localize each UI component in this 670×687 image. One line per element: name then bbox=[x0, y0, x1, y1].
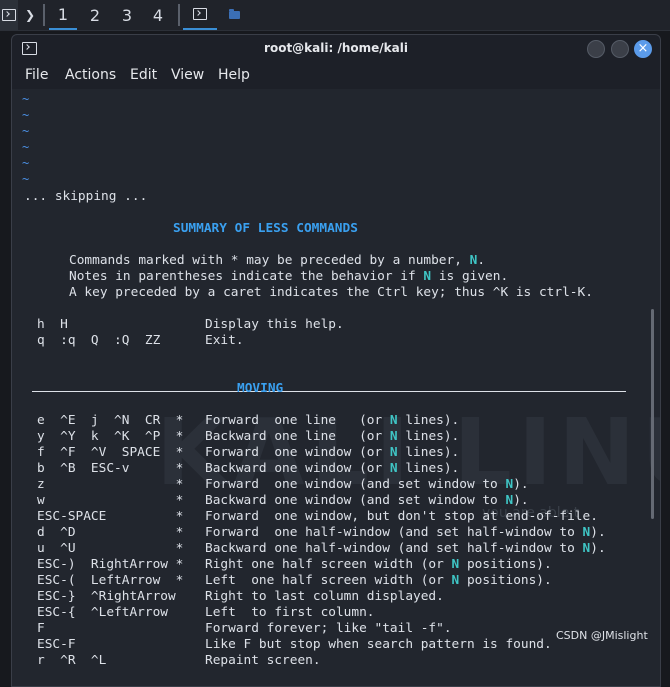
command-description: Left one half screen width (or N positio… bbox=[205, 573, 552, 588]
command-keys: ESC-SPACE * bbox=[37, 509, 184, 524]
help-desc: Display this help. bbox=[205, 317, 344, 332]
workspace-3-button[interactable]: 3 bbox=[113, 0, 141, 30]
command-row: z * Forward one window (and set window to… bbox=[12, 477, 660, 493]
command-row: f ^F ^V SPACE * Forward one window (or N … bbox=[12, 445, 660, 461]
command-description: Right one half screen width (or N positi… bbox=[205, 557, 552, 572]
command-keys: ESC-( LeftArrow * bbox=[37, 573, 184, 588]
taskbar-divider bbox=[178, 4, 180, 26]
command-row: ESC-) RightArrow * Right one half screen … bbox=[12, 557, 660, 573]
intro-line-3: A key preceded by a caret indicates the … bbox=[69, 285, 593, 300]
menu-view[interactable]: View bbox=[171, 67, 204, 83]
command-description: Backward one half-window (and set half-w… bbox=[205, 541, 606, 556]
command-keys: ESC-) RightArrow * bbox=[37, 557, 184, 572]
watermark: CSDN @JMislight bbox=[556, 629, 648, 642]
scrollbar[interactable] bbox=[651, 309, 654, 519]
command-description: Like F but stop when search pattern is f… bbox=[205, 637, 552, 652]
taskbar-divider bbox=[43, 4, 45, 26]
command-row: u ^U * Backward one half-window (and set … bbox=[12, 541, 660, 557]
command-keys: ESC-F bbox=[37, 637, 76, 652]
command-keys: r ^R ^L bbox=[37, 653, 107, 668]
menu-file[interactable]: File bbox=[25, 67, 48, 83]
command-description: Repaint screen. bbox=[205, 653, 321, 668]
menu-edit[interactable]: Edit bbox=[130, 67, 157, 83]
help-keys: h H bbox=[37, 317, 68, 332]
command-row: ESC-{ ^LeftArrow Left to first column. bbox=[12, 605, 660, 621]
menu-help[interactable]: Help bbox=[218, 67, 250, 83]
terminal-launcher-icon[interactable] bbox=[0, 0, 18, 30]
command-keys: e ^E j ^N CR * bbox=[37, 413, 184, 428]
workspace-1-button[interactable]: 1 bbox=[49, 0, 77, 30]
command-description: Forward one window (or N lines). bbox=[205, 445, 460, 460]
skipping-notice: ... skipping ... bbox=[24, 189, 148, 204]
command-description: Forward forever; like "tail -f". bbox=[205, 621, 452, 636]
command-description: Backward one line (or N lines). bbox=[205, 429, 460, 444]
terminal-window: root@kali: /home/kali × File Actions Edi… bbox=[11, 34, 661, 687]
workspace-2-button[interactable]: 2 bbox=[81, 0, 109, 30]
window-title: root@kali: /home/kali bbox=[264, 41, 408, 55]
command-row: e ^E j ^N CR * Forward one line (or N lin… bbox=[12, 413, 660, 429]
command-keys: z * bbox=[37, 477, 184, 492]
command-keys: ESC-} ^RightArrow bbox=[37, 589, 176, 604]
command-description: Forward one window (and set window to N)… bbox=[205, 477, 529, 492]
command-description: Forward one window, but don't stop at en… bbox=[205, 509, 598, 524]
command-description: Forward one line (or N lines). bbox=[205, 413, 460, 428]
close-icon[interactable]: × bbox=[634, 40, 652, 58]
command-row: ESC-} ^RightArrow Right to last column di… bbox=[12, 589, 660, 605]
empty-line-tilde: ~ bbox=[22, 92, 30, 106]
workspace-4-button[interactable]: 4 bbox=[144, 0, 172, 30]
help-row: q :q Q :Q ZZ Exit. bbox=[12, 333, 660, 349]
command-description: Backward one window (and set window to N… bbox=[205, 493, 529, 508]
minimize-button[interactable] bbox=[587, 40, 605, 58]
taskbar: ❯ 1 2 3 4 bbox=[0, 0, 670, 31]
menu-actions[interactable]: Actions bbox=[65, 67, 116, 83]
command-keys: w * bbox=[37, 493, 184, 508]
command-row: r ^R ^L Repaint screen. bbox=[12, 653, 660, 669]
empty-line-tilde: ~ bbox=[22, 124, 30, 138]
chevron-down-icon[interactable]: ❯ bbox=[20, 0, 40, 30]
menu-bar: File Actions Edit View Help bbox=[12, 63, 660, 89]
taskbar-terminal-app-icon[interactable] bbox=[183, 0, 217, 30]
intro-line-1: Commands marked with * may be preceded b… bbox=[69, 253, 486, 268]
command-row: y ^Y k ^K ^P * Backward one line (or N li… bbox=[12, 429, 660, 445]
command-row: ESC-( LeftArrow * Left one half screen wi… bbox=[12, 573, 660, 589]
summary-heading: SUMMARY OF LESS COMMANDS bbox=[173, 221, 358, 236]
command-description: Left to first column. bbox=[205, 605, 375, 620]
command-keys: f ^F ^V SPACE * bbox=[37, 445, 184, 460]
command-row: b ^B ESC-v * Backward one window (or N li… bbox=[12, 461, 660, 477]
empty-line-tilde: ~ bbox=[22, 108, 30, 122]
section-divider bbox=[32, 391, 626, 392]
command-keys: F bbox=[37, 621, 45, 636]
empty-line-tilde: ~ bbox=[22, 172, 30, 186]
command-description: Forward one half-window (and set half-wi… bbox=[205, 525, 606, 540]
command-row: ESC-SPACE * Forward one window, but don't… bbox=[12, 509, 660, 525]
folder-icon[interactable] bbox=[224, 0, 244, 30]
title-bar[interactable]: root@kali: /home/kali × bbox=[12, 35, 660, 63]
help-row: h H Display this help. bbox=[12, 317, 660, 333]
command-description: Right to last column displayed. bbox=[205, 589, 444, 604]
terminal-output[interactable]: KALI LINU you are able t ~ ~ ~ ~ ~ ~ ...… bbox=[12, 89, 660, 686]
command-description: Backward one window (or N lines). bbox=[205, 461, 460, 476]
command-keys: y ^Y k ^K ^P * bbox=[37, 429, 184, 444]
moving-heading: MOVING bbox=[237, 381, 284, 396]
command-row: d ^D * Forward one half-window (and set h… bbox=[12, 525, 660, 541]
empty-line-tilde: ~ bbox=[22, 140, 30, 154]
help-keys: q :q Q :Q ZZ bbox=[37, 333, 161, 348]
command-keys: ESC-{ ^LeftArrow bbox=[37, 605, 168, 620]
command-row: w * Backward one window (and set window t… bbox=[12, 493, 660, 509]
help-desc: Exit. bbox=[205, 333, 244, 348]
command-keys: b ^B ESC-v * bbox=[37, 461, 184, 476]
maximize-button[interactable] bbox=[611, 40, 629, 58]
intro-line-2: Notes in parentheses indicate the behavi… bbox=[69, 269, 509, 284]
command-keys: u ^U * bbox=[37, 541, 184, 556]
command-keys: d ^D * bbox=[37, 525, 184, 540]
empty-line-tilde: ~ bbox=[22, 156, 30, 170]
